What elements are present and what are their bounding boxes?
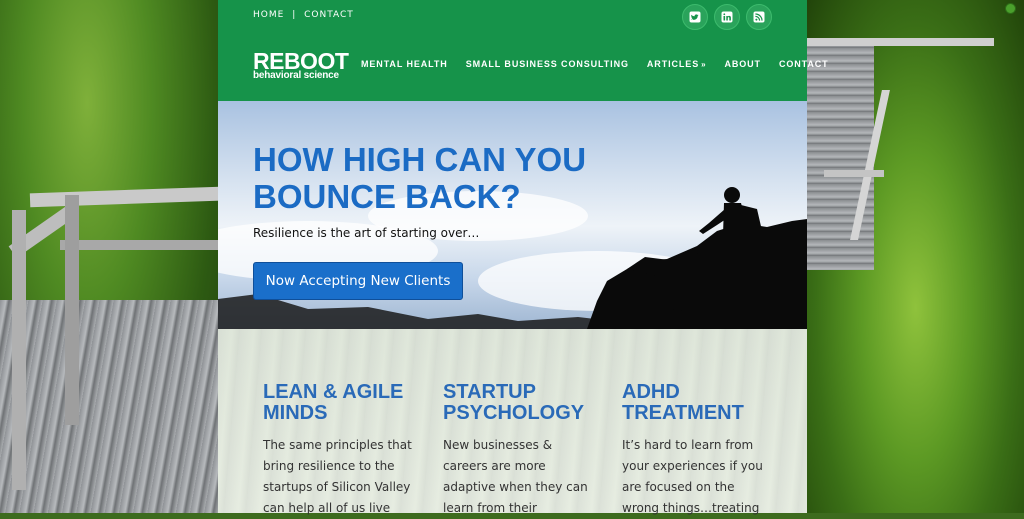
nav-item-articles-label: ARTICLES bbox=[646, 59, 700, 69]
site-logo[interactable]: REBOOT behavioral science bbox=[253, 48, 349, 81]
feature-title-line1: STARTUP bbox=[443, 381, 536, 403]
feature-title[interactable]: STARTUP PSYCHOLOGY bbox=[443, 382, 593, 424]
nav-item-contact[interactable]: CONTACT bbox=[779, 59, 829, 69]
rss-icon[interactable] bbox=[746, 4, 772, 30]
nav-item-articles[interactable]: ARTICLES» bbox=[647, 59, 707, 69]
feature-title[interactable]: LEAN & AGILE MINDS bbox=[263, 382, 413, 424]
features-section: LEAN & AGILE MINDS The same principles t… bbox=[218, 329, 807, 515]
hero-headline-line1: HOW HIGH CAN YOU bbox=[253, 141, 587, 178]
corner-indicator-icon bbox=[1005, 3, 1016, 14]
feature-title-line2: TREATMENT bbox=[622, 402, 744, 424]
hero-subtitle: Resilience is the art of starting over… bbox=[253, 226, 480, 240]
new-clients-button[interactable]: Now Accepting New Clients bbox=[253, 262, 463, 300]
nav-item-about[interactable]: ABOUT bbox=[724, 59, 761, 69]
feature-title-line1: ADHD bbox=[622, 381, 680, 403]
railing-right-lower bbox=[824, 170, 884, 177]
hero-headline-line2: BOUNCE BACK? bbox=[253, 178, 521, 215]
boardwalk-left bbox=[0, 300, 218, 513]
railing-post bbox=[65, 195, 79, 425]
nav-item-mental-health[interactable]: MENTAL HEALTH bbox=[361, 59, 448, 69]
hero-banner: HOW HIGH CAN YOU BOUNCE BACK? Resilience… bbox=[218, 101, 807, 329]
utility-separator: | bbox=[292, 10, 297, 20]
railing-left-lower bbox=[60, 240, 220, 250]
chevron-down-icon: » bbox=[701, 60, 707, 69]
hero-headline: HOW HIGH CAN YOU BOUNCE BACK? bbox=[253, 141, 586, 215]
nav-item-small-business-consulting[interactable]: SMALL BUSINESS CONSULTING bbox=[466, 59, 629, 69]
railing-post bbox=[12, 210, 26, 490]
linkedin-icon[interactable] bbox=[714, 4, 740, 30]
boardwalk-right bbox=[804, 40, 874, 270]
utility-nav: HOME | CONTACT bbox=[253, 10, 354, 20]
feature-text: New businesses & careers are more adapti… bbox=[443, 438, 588, 515]
feature-startup-psychology: STARTUP PSYCHOLOGY New businesses & care… bbox=[443, 382, 593, 519]
railing-right-top bbox=[804, 38, 994, 46]
main-column: HOME | CONTACT REBOOT behavioral science… bbox=[218, 0, 828, 515]
feature-lean-agile-minds: LEAN & AGILE MINDS The same principles t… bbox=[263, 382, 413, 519]
site-header: HOME | CONTACT REBOOT behavioral science… bbox=[218, 0, 828, 101]
logo-title: REBOOT bbox=[253, 48, 349, 74]
feature-title-line2: PSYCHOLOGY bbox=[443, 402, 585, 424]
feature-title-line2: MINDS bbox=[263, 402, 328, 424]
utility-link-contact[interactable]: CONTACT bbox=[304, 10, 354, 20]
social-links bbox=[682, 4, 772, 30]
twitter-icon[interactable] bbox=[682, 4, 708, 30]
feature-title-line1: LEAN & AGILE bbox=[263, 381, 404, 403]
feature-text: The same principles that bring resilienc… bbox=[263, 438, 412, 515]
feature-adhd-treatment: ADHD TREATMENT It’s hard to learn from y… bbox=[622, 382, 772, 519]
feature-title[interactable]: ADHD TREATMENT bbox=[622, 382, 772, 424]
utility-link-home[interactable]: HOME bbox=[253, 10, 284, 20]
logo-subtitle: behavioral science bbox=[253, 70, 339, 81]
main-nav: MENTAL HEALTH SMALL BUSINESS CONSULTING … bbox=[361, 59, 847, 69]
feature-text: It’s hard to learn from your experiences… bbox=[622, 438, 763, 515]
